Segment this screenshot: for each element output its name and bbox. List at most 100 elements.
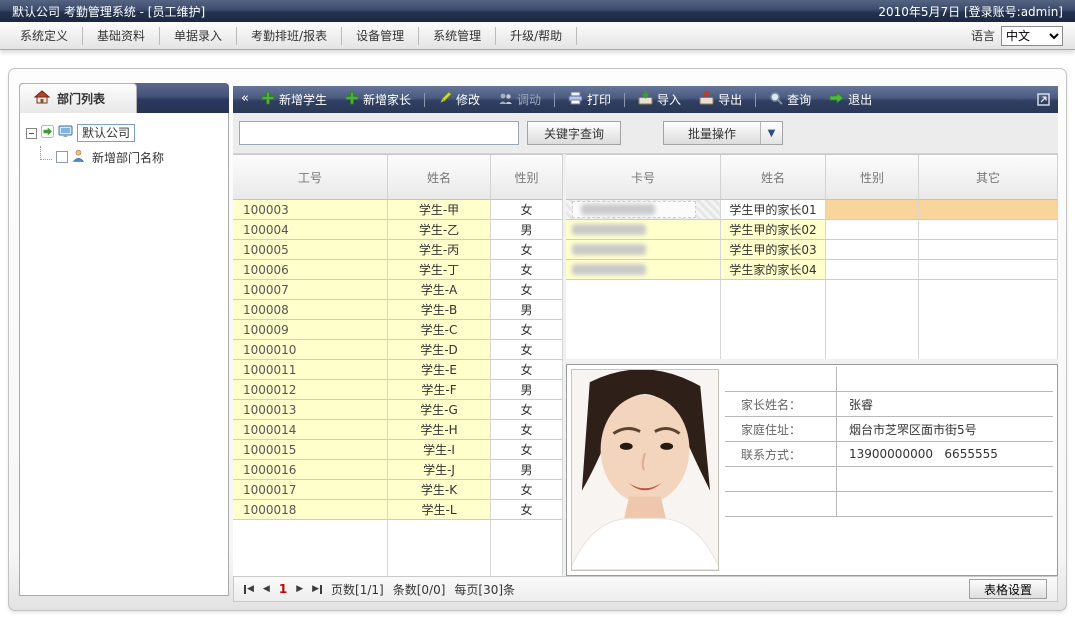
next-page-icon[interactable]: ▶ bbox=[296, 585, 303, 594]
student-id-cell: 100009 bbox=[233, 320, 388, 340]
info-row bbox=[725, 492, 1053, 517]
table-row[interactable]: 学生甲的家长01 bbox=[566, 200, 1058, 220]
edit-button[interactable]: 修改 bbox=[430, 91, 488, 108]
plus-icon bbox=[345, 91, 359, 108]
student-id-cell: 1000010 bbox=[233, 340, 388, 360]
query-button[interactable]: 查询 bbox=[761, 91, 819, 108]
tree-node-company-label[interactable]: 默认公司 bbox=[77, 124, 135, 142]
add-parent-button[interactable]: 新增家长 bbox=[337, 91, 419, 108]
info-row: 家庭住址： 烟台市芝罘区面市街5号 bbox=[725, 417, 1053, 442]
student-gender-cell: 女 bbox=[491, 340, 563, 360]
student-gender-cell: 女 bbox=[491, 440, 563, 460]
student-id-cell: 1000014 bbox=[233, 420, 388, 440]
tree-node-root[interactable]: 默认公司 bbox=[26, 123, 222, 143]
student-gender-cell: 女 bbox=[491, 320, 563, 340]
student-name-cell: 学生-C bbox=[388, 320, 491, 340]
redacted-card-number bbox=[572, 244, 646, 255]
info-row bbox=[725, 367, 1053, 392]
first-page-icon[interactable]: ◀ bbox=[244, 585, 254, 594]
info-row bbox=[725, 467, 1053, 492]
column-header-name[interactable]: 姓名 bbox=[388, 155, 491, 200]
print-button[interactable]: 打印 bbox=[560, 91, 619, 108]
tree-node-department-label[interactable]: 新增部门名称 bbox=[89, 149, 167, 166]
maximize-icon[interactable] bbox=[1037, 93, 1050, 106]
table-row[interactable]: 学生家的家长04 bbox=[566, 260, 1058, 280]
menu-item-schedule-report[interactable]: 考勤排班/报表 bbox=[237, 27, 342, 45]
tree-collapse-icon[interactable] bbox=[26, 128, 37, 139]
menu-item-upgrade-help[interactable]: 升级/帮助 bbox=[496, 27, 577, 45]
tab-department-list[interactable]: 部门列表 bbox=[19, 83, 137, 113]
batch-operation-dropdown[interactable]: 批量操作 ▼ bbox=[663, 121, 783, 145]
language-select[interactable]: 中文 bbox=[1001, 26, 1063, 46]
table-row[interactable]: 1000010 学生-D 女 bbox=[233, 340, 563, 360]
table-row[interactable]: 1000012 学生-F 男 bbox=[233, 380, 563, 400]
table-row[interactable]: 学生甲的家长02 bbox=[566, 220, 1058, 240]
student-id-cell: 1000017 bbox=[233, 480, 388, 500]
table-row[interactable]: 1000017 学生-K 女 bbox=[233, 480, 563, 500]
table-row[interactable]: 100007 学生-A 女 bbox=[233, 280, 563, 300]
table-row[interactable]: 100006 学生-丁 女 bbox=[233, 260, 563, 280]
menu-item-device-manage[interactable]: 设备管理 bbox=[342, 27, 419, 45]
info-value: 13900000000 6655555 bbox=[837, 442, 1053, 466]
menu-item-system-manage[interactable]: 系统管理 bbox=[419, 27, 496, 45]
menu-item-base-data[interactable]: 基础资料 bbox=[83, 27, 160, 45]
redacted-card-number bbox=[572, 224, 646, 235]
student-name-cell: 学生-F bbox=[388, 380, 491, 400]
menu-item-record-entry[interactable]: 单据录入 bbox=[160, 27, 237, 45]
info-value: 烟台市芝罘区面市街5号 bbox=[837, 417, 1053, 441]
column-header-other[interactable]: 其它 bbox=[919, 155, 1058, 200]
parent-name-cell: 学生甲的家长03 bbox=[721, 240, 826, 260]
column-header-card[interactable]: 卡号 bbox=[566, 155, 721, 200]
student-gender-cell: 女 bbox=[491, 400, 563, 420]
table-row[interactable]: 学生甲的家长03 bbox=[566, 240, 1058, 260]
table-row[interactable]: 1000011 学生-E 女 bbox=[233, 360, 563, 380]
parent-name-cell: 学生甲的家长02 bbox=[721, 220, 826, 240]
table-row[interactable]: 100004 学生-乙 男 bbox=[233, 220, 563, 240]
search-icon bbox=[769, 91, 783, 108]
login-info: 2010年5月7日 [登录账号:admin] bbox=[878, 3, 1063, 20]
table-row[interactable]: 100003 学生-甲 女 bbox=[233, 200, 563, 220]
table-row[interactable]: 1000018 学生-L 女 bbox=[233, 500, 563, 520]
redacted-card-number bbox=[581, 204, 655, 215]
info-value: 张睿 bbox=[837, 392, 1053, 416]
student-gender-cell: 女 bbox=[491, 260, 563, 280]
add-student-button[interactable]: 新增学生 bbox=[253, 91, 335, 108]
table-row[interactable]: 100008 学生-B 男 bbox=[233, 300, 563, 320]
parent-card-cell bbox=[566, 200, 721, 220]
collapse-sidebar-icon[interactable]: « bbox=[241, 91, 251, 108]
parent-other-cell bbox=[919, 240, 1058, 260]
last-page-icon[interactable]: ▶ bbox=[312, 585, 322, 594]
student-name-cell: 学生-乙 bbox=[388, 220, 491, 240]
import-icon bbox=[638, 91, 653, 108]
keyword-query-button[interactable]: 关键字查询 bbox=[527, 121, 621, 145]
table-row[interactable]: 100005 学生-丙 女 bbox=[233, 240, 563, 260]
toolbar-separator bbox=[755, 93, 756, 107]
column-header-gender[interactable]: 性别 bbox=[826, 155, 919, 200]
department-checkbox[interactable] bbox=[56, 151, 68, 163]
prev-page-icon[interactable]: ◀ bbox=[263, 585, 270, 594]
export-button[interactable]: 导出 bbox=[691, 91, 750, 108]
exit-button[interactable]: 退出 bbox=[821, 91, 880, 108]
tree-arrow-icon bbox=[41, 125, 54, 141]
keyword-input[interactable] bbox=[239, 121, 519, 145]
student-name-cell: 学生-E bbox=[388, 360, 491, 380]
import-button[interactable]: 导入 bbox=[630, 91, 689, 108]
student-name-cell: 学生-G bbox=[388, 400, 491, 420]
table-row[interactable]: 100009 学生-C 女 bbox=[233, 320, 563, 340]
student-name-cell: 学生-丁 bbox=[388, 260, 491, 280]
transfer-button[interactable]: 调动 bbox=[490, 91, 549, 108]
column-header-id[interactable]: 工号 bbox=[233, 155, 388, 200]
tree-node-department[interactable]: 新增部门名称 bbox=[40, 147, 222, 167]
current-page-number[interactable]: 1 bbox=[279, 582, 287, 596]
menu-item-system-define[interactable]: 系统定义 bbox=[6, 27, 83, 45]
student-table-header: 工号 姓名 性别 bbox=[233, 155, 563, 200]
table-settings-button[interactable]: 表格设置 bbox=[969, 579, 1047, 599]
table-row[interactable]: 1000014 学生-H 女 bbox=[233, 420, 563, 440]
column-header-name[interactable]: 姓名 bbox=[721, 155, 826, 200]
info-label bbox=[725, 492, 837, 516]
table-row[interactable]: 1000015 学生-I 女 bbox=[233, 440, 563, 460]
table-row[interactable]: 1000016 学生-J 男 bbox=[233, 460, 563, 480]
column-header-gender[interactable]: 性别 bbox=[491, 155, 563, 200]
table-row[interactable]: 1000013 学生-G 女 bbox=[233, 400, 563, 420]
chevron-down-icon[interactable]: ▼ bbox=[760, 122, 782, 144]
